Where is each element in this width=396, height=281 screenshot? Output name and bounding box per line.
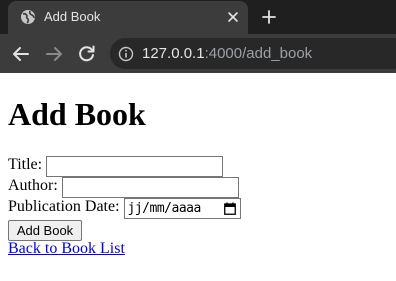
title-input[interactable] (46, 156, 224, 177)
plus-icon[interactable] (261, 9, 277, 25)
page-title: Add Book (8, 96, 146, 132)
calendar-icon[interactable] (223, 202, 236, 215)
address-bar[interactable]: 127.0.0.1:4000/add_book (110, 38, 396, 69)
url-host: 127.0.0.1 (142, 45, 205, 62)
author-label: Author: (8, 177, 58, 194)
browser-tab[interactable]: Add Book (8, 1, 248, 34)
date-placeholder: jj/mm/aaaa (127, 201, 202, 216)
title-label: Title: (8, 156, 43, 173)
globe-icon (21, 10, 35, 24)
forward-arrow-icon[interactable] (45, 45, 63, 63)
add-book-button[interactable]: Add Book (8, 220, 82, 241)
url-text[interactable]: 127.0.0.1:4000/add_book (142, 45, 312, 62)
url-path: :4000/add_book (204, 45, 313, 62)
reload-icon[interactable] (78, 45, 96, 63)
page-content: Add Book Title: Author: Publication Date… (0, 73, 396, 281)
date-label: Publication Date: (8, 198, 120, 215)
tab-strip: Add Book (0, 0, 396, 34)
back-to-list-link[interactable]: Back to Book List (8, 240, 125, 258)
title-row: Title: (8, 156, 224, 177)
tab-title: Add Book (44, 9, 101, 24)
browser-chrome: Add Book 127.0.0.1:4000/add_book (0, 0, 396, 73)
toolbar: 127.0.0.1:4000/add_book (0, 34, 396, 73)
publication-date-input[interactable]: jj/mm/aaaa (123, 198, 241, 219)
info-icon[interactable] (118, 46, 134, 62)
author-row: Author: (8, 177, 239, 198)
date-row: Publication Date: jj/mm/aaaa (8, 198, 241, 219)
back-arrow-icon[interactable] (12, 45, 30, 63)
author-input[interactable] (61, 177, 239, 198)
close-icon[interactable] (226, 10, 240, 24)
